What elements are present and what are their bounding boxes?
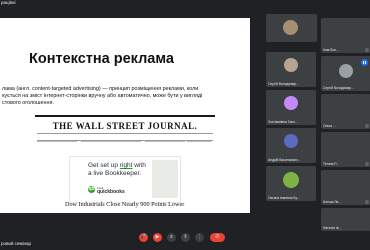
ad-line1-post: with	[132, 162, 146, 169]
avatar	[284, 58, 298, 72]
avatar	[283, 172, 299, 188]
avatar	[284, 134, 298, 148]
participant-name: Оксана Іванівна Бу...	[268, 196, 300, 200]
quickbooks-brand: quickbooks	[97, 188, 125, 195]
slide-title: Контекстна реклама	[29, 51, 174, 67]
participant-name: Алеша Ле...	[323, 200, 342, 204]
participant-name: Сергій Володимир...	[323, 86, 354, 90]
speaking-icon	[361, 59, 368, 66]
wsj-logo: THE WALL STREET JOURNAL.	[52, 121, 198, 131]
leave-call-button[interactable]: ✆	[210, 233, 225, 242]
participant-name: Андрій Васильович...	[268, 158, 301, 162]
participant-tile[interactable]: Андрій Васильович...	[266, 128, 316, 163]
participant-tile[interactable]: Оксана Іванівна Бу...	[266, 166, 316, 201]
ad-text: Get set up right with a live Bookkeeper.	[88, 162, 146, 178]
quickbooks-icon: qb	[88, 186, 95, 193]
captions-icon: ≡	[170, 234, 173, 240]
participant-name: Ольга ...	[323, 124, 336, 128]
participant-tile[interactable]: Тетяна Р...	[321, 132, 370, 167]
definition-line: кується на зміст інтернет-сторінки вручн…	[2, 93, 203, 100]
camera-button[interactable]: ▶	[153, 233, 162, 242]
participant-name: Наталія Ів...	[323, 226, 342, 230]
definition-line: лама (англ. content-targeted advertising…	[2, 86, 199, 92]
participant-tile[interactable]: Ольга ...	[321, 94, 370, 129]
participant-tile[interactable]	[266, 14, 317, 42]
shared-slide: Контекстна реклама лама (англ. content-t…	[0, 18, 250, 213]
participant-name: Сергій Володимир...	[268, 82, 299, 86]
participant-tile[interactable]: Сергій Володимир...	[266, 52, 316, 87]
more-icon: ⋮	[197, 234, 202, 240]
participant-name: Тетяна Р...	[323, 162, 339, 166]
participant-name: Інна Вол...	[323, 48, 339, 52]
ad-line1-pre: Get set up	[88, 162, 120, 169]
participant-name: Зоя Іванівна Гапо...	[268, 120, 298, 124]
meeting-title: ровий семінар	[1, 241, 32, 246]
wsj-columns	[37, 140, 213, 150]
mic-off-icon: 🎤	[140, 234, 147, 240]
ad-photo	[152, 160, 178, 198]
captions-button[interactable]: ≡	[167, 233, 176, 242]
definition-line: стового оголошення.	[2, 100, 54, 107]
present-icon: ⇪	[183, 234, 188, 240]
mic-muted-icon	[365, 162, 369, 166]
present-button[interactable]: ⇪	[181, 233, 190, 242]
mic-button[interactable]: 🎤	[139, 233, 148, 242]
participant-tile[interactable]: Наталія Ів...	[321, 208, 370, 231]
wsj-headline: Dow Industrials Close Nearly 900 Points …	[65, 201, 185, 208]
ad-line2: a live Bookkeeper.	[88, 170, 142, 177]
avatar	[283, 20, 298, 35]
participant-tile[interactable]: Зоя Іванівна Гапо...	[266, 90, 316, 125]
slide-definition: лама (англ. content-targeted advertising…	[2, 86, 248, 108]
avatar	[284, 96, 298, 110]
participant-tile[interactable]: Сергій Володимир...	[321, 56, 370, 91]
more-options-button[interactable]: ⋮	[195, 233, 204, 242]
quickbooks-ad: Get set up right with a live Bookkeeper.…	[69, 156, 181, 203]
avatar	[339, 64, 353, 78]
end-call-icon: ✆	[215, 234, 220, 240]
mic-muted-icon	[365, 124, 369, 128]
quickbooks-logo: qb intuit quickbooks	[88, 185, 125, 194]
top-bar-label: рацівні	[1, 0, 16, 5]
mic-muted-icon	[365, 48, 369, 52]
camera-off-icon: ▶	[155, 234, 160, 240]
participant-tile[interactable]: Алеша Ле...	[321, 170, 370, 205]
top-bar: рацівні	[0, 0, 370, 10]
ad-line1-link: right	[119, 162, 133, 169]
mic-muted-icon	[365, 200, 369, 204]
participant-tile[interactable]: Інна Вол...	[321, 18, 370, 53]
